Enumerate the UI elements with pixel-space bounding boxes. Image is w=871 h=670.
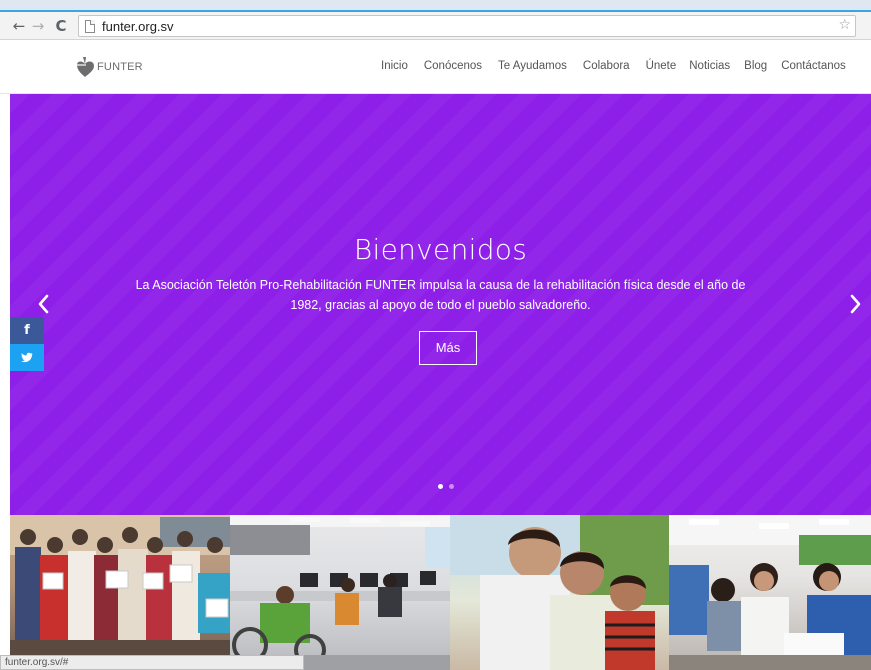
photo-strip xyxy=(10,515,871,670)
photo-boys-portrait[interactable] xyxy=(450,515,669,670)
slider-dot-2[interactable] xyxy=(449,484,454,489)
back-arrow-icon[interactable]: ← xyxy=(10,16,28,36)
nav-item-te-ayudamos[interactable]: Te Ayudamos xyxy=(498,60,567,72)
browser-toolbar: ← → C funter.org.sv ☆ xyxy=(0,12,871,40)
funter-logo-icon xyxy=(77,57,94,77)
hero-slider: Bienvenidos La Asociación Teletón Pro-Re… xyxy=(10,94,871,515)
photo-boys-portrait-image xyxy=(450,515,669,670)
nav-item-conocenos[interactable]: Conócenos xyxy=(424,60,482,72)
photo-group-certificates-image xyxy=(10,515,230,670)
photo-group-certificates[interactable] xyxy=(10,515,230,670)
hero-description: La Asociación Teletón Pro-Rehabilitación… xyxy=(135,278,746,312)
url-text[interactable]: funter.org.sv xyxy=(102,19,174,34)
twitter-button[interactable] xyxy=(10,344,44,371)
facebook-icon: f xyxy=(24,323,30,338)
photo-classroom[interactable] xyxy=(669,515,871,670)
main-nav: Inicio Conócenos Te Ayudamos Colabora Ún… xyxy=(381,60,846,72)
nav-item-blog[interactable]: Blog xyxy=(744,60,767,72)
hero-title: Bienvenidos xyxy=(353,233,528,266)
nav-item-colabora[interactable]: Colabora xyxy=(583,60,630,72)
browser-window: ← → C funter.org.sv ☆ FUNTER Inicio Conó… xyxy=(0,0,871,670)
chevron-right-icon[interactable] xyxy=(845,289,867,319)
nav-item-unete[interactable]: Únete xyxy=(646,60,677,72)
reload-icon[interactable]: C xyxy=(52,16,70,36)
slider-dots xyxy=(438,484,454,489)
photo-computer-lab[interactable] xyxy=(230,515,450,670)
nav-item-contactanos[interactable]: Contáctanos xyxy=(781,60,846,72)
twitter-icon xyxy=(20,352,33,363)
more-button[interactable]: Más xyxy=(419,331,477,365)
photo-classroom-image xyxy=(669,515,871,670)
logo-text: FUNTER xyxy=(97,61,143,73)
site-logo[interactable]: FUNTER xyxy=(74,53,143,81)
facebook-button[interactable]: f xyxy=(10,317,44,344)
star-icon[interactable]: ☆ xyxy=(838,17,851,33)
address-bar[interactable]: funter.org.sv ☆ xyxy=(78,15,856,37)
slider-dot-1[interactable] xyxy=(438,484,443,489)
site-header: FUNTER Inicio Conócenos Te Ayudamos Cola… xyxy=(0,41,871,94)
chevron-left-icon[interactable] xyxy=(32,289,54,319)
status-bar: funter.org.sv/# xyxy=(0,655,304,670)
nav-item-noticias[interactable]: Noticias xyxy=(689,60,730,72)
forward-arrow-icon[interactable]: → xyxy=(29,16,47,36)
nav-item-inicio[interactable]: Inicio xyxy=(381,60,408,72)
page-icon xyxy=(85,20,95,33)
photo-computer-lab-image xyxy=(230,515,450,670)
window-accent-bar xyxy=(0,0,871,12)
